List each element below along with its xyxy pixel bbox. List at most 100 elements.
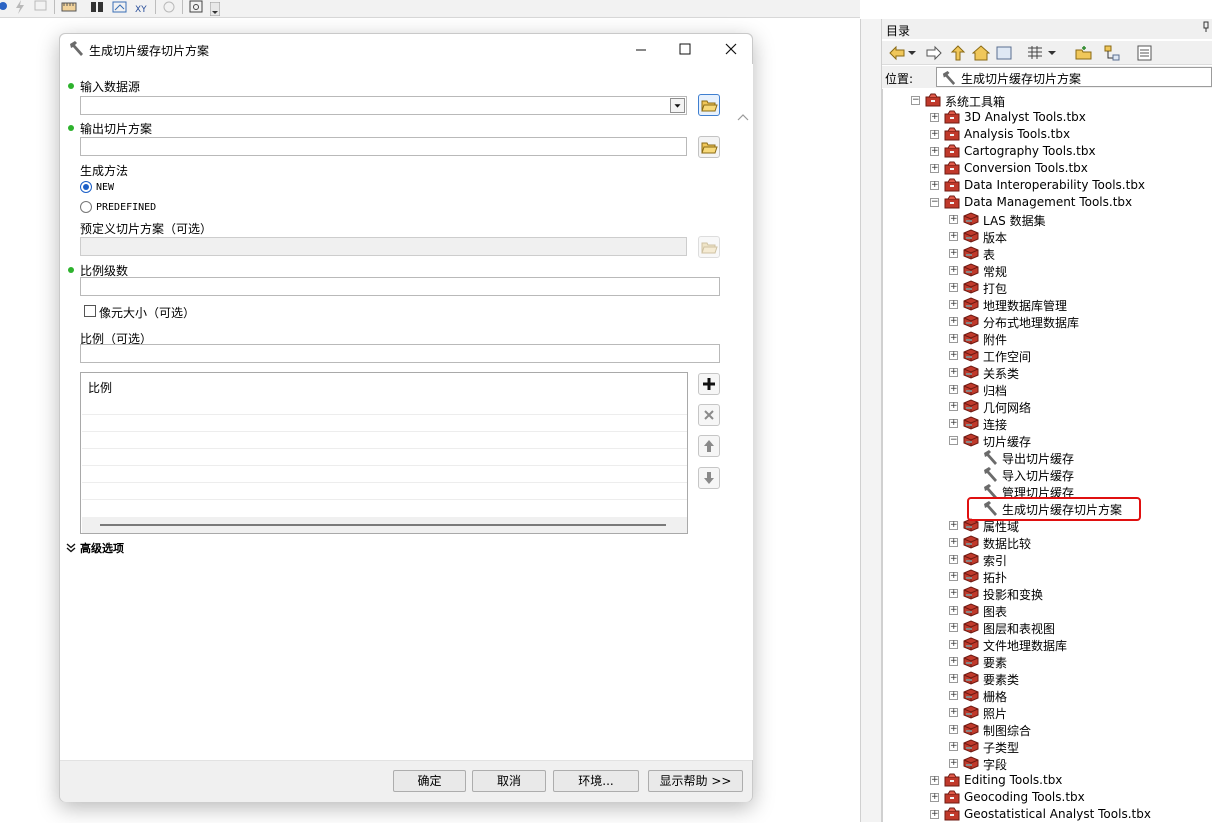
cancel-button[interactable]: 取消 bbox=[472, 770, 546, 792]
tree-toolbox-item[interactable]: + Geostatistical Analyst Tools.tbx bbox=[930, 806, 1212, 823]
expand-icon[interactable]: + bbox=[949, 657, 958, 666]
delete-row-button[interactable] bbox=[698, 404, 720, 426]
expand-icon[interactable]: + bbox=[949, 385, 958, 394]
expand-icon[interactable]: + bbox=[949, 640, 958, 649]
chevron-down-icon[interactable] bbox=[670, 98, 685, 113]
expand-icon[interactable]: + bbox=[949, 589, 958, 598]
home-icon[interactable] bbox=[972, 44, 990, 62]
tree-toolset-item[interactable]: + 图表 bbox=[949, 602, 1212, 619]
expand-icon[interactable]: + bbox=[930, 810, 939, 819]
expand-icon[interactable]: + bbox=[949, 691, 958, 700]
tree-toolset-item[interactable]: + 子类型 bbox=[949, 738, 1212, 755]
forward-icon[interactable] bbox=[925, 44, 943, 62]
measure-icon[interactable] bbox=[61, 0, 77, 14]
tree-toolset-item[interactable]: + 图层和表视图 bbox=[949, 619, 1212, 636]
details-icon[interactable] bbox=[1136, 44, 1154, 62]
refresh-icon[interactable] bbox=[995, 44, 1013, 62]
tree-tool-item[interactable]: 导入切片缓存 bbox=[968, 466, 1212, 483]
collapse-icon[interactable]: − bbox=[930, 198, 939, 207]
minimize-icon[interactable] bbox=[631, 39, 651, 59]
dialog-vertical-scrollbar[interactable] bbox=[733, 64, 753, 768]
expand-icon[interactable]: + bbox=[930, 147, 939, 156]
tree-toolset-item[interactable]: + 拓扑 bbox=[949, 568, 1212, 585]
tree-folder-item[interactable]: − 系统工具箱 bbox=[911, 92, 1212, 109]
expand-icon[interactable]: + bbox=[949, 555, 958, 564]
tree-toolbox-item[interactable]: + Cartography Tools.tbx bbox=[930, 143, 1212, 160]
tree-toolset-item[interactable]: + 打包 bbox=[949, 279, 1212, 296]
up-one-level-icon[interactable] bbox=[949, 44, 967, 62]
browse-output-button[interactable] bbox=[698, 136, 720, 158]
expand-icon[interactable]: + bbox=[949, 283, 958, 292]
tree-toolset-item[interactable]: − 切片缓存 bbox=[949, 432, 1212, 449]
tree-toolbox-item[interactable]: + Analysis Tools.tbx bbox=[930, 126, 1212, 143]
html-popup-icon[interactable] bbox=[33, 0, 49, 14]
toolbar-overflow-icon[interactable] bbox=[210, 2, 220, 16]
tree-toolset-item[interactable]: + 字段 bbox=[949, 755, 1212, 772]
expand-icon[interactable]: + bbox=[949, 572, 958, 581]
expand-icon[interactable]: + bbox=[949, 249, 958, 258]
tree-toolset-item[interactable]: + 分布式地理数据库 bbox=[949, 313, 1212, 330]
tree-toolset-item[interactable]: + LAS 数据集 bbox=[949, 211, 1212, 228]
tree-toolset-item[interactable]: + 关系类 bbox=[949, 364, 1212, 381]
tree-options-icon[interactable] bbox=[1103, 44, 1121, 62]
scale-levels-input[interactable] bbox=[80, 277, 720, 296]
dialog-titlebar[interactable]: 生成切片缓存切片方案 bbox=[60, 34, 752, 64]
tree-toolset-item[interactable]: + 栅格 bbox=[949, 687, 1212, 704]
scale-table[interactable]: 比例 bbox=[80, 372, 688, 534]
method-predefined-radio[interactable] bbox=[80, 201, 92, 213]
expand-icon[interactable]: + bbox=[949, 674, 958, 683]
expand-icon[interactable]: + bbox=[949, 538, 958, 547]
find-route-icon[interactable] bbox=[112, 0, 128, 14]
scrollbar-thumb[interactable] bbox=[100, 524, 666, 526]
go-to-xy-icon[interactable]: XY bbox=[134, 0, 150, 14]
expand-icon[interactable]: + bbox=[949, 521, 958, 530]
collapse-icon[interactable]: − bbox=[949, 436, 958, 445]
tree-toolset-item[interactable]: + 附件 bbox=[949, 330, 1212, 347]
tree-toolbox-item[interactable]: +3D Analyst Tools.tbx bbox=[930, 109, 1212, 126]
expand-icon[interactable]: + bbox=[949, 402, 958, 411]
expand-icon[interactable]: + bbox=[949, 725, 958, 734]
table-horizontal-scrollbar[interactable] bbox=[82, 517, 687, 533]
tree-toolset-item[interactable]: + 工作空间 bbox=[949, 347, 1212, 364]
tree-toolset-item[interactable]: + 连接 bbox=[949, 415, 1212, 432]
catalog-tree[interactable]: − 系统工具箱 +3D Analyst Tools.tbx + Analysis Too… bbox=[882, 89, 1212, 822]
move-up-button[interactable] bbox=[698, 435, 720, 457]
expand-icon[interactable]: + bbox=[949, 266, 958, 275]
tree-toolset-item[interactable]: + 要素 bbox=[949, 653, 1212, 670]
ok-button[interactable]: 确定 bbox=[393, 770, 466, 792]
expand-icon[interactable]: + bbox=[949, 759, 958, 768]
expand-icon[interactable]: + bbox=[949, 742, 958, 751]
pixel-size-checkbox[interactable] bbox=[84, 305, 96, 317]
tree-tool-item[interactable]: 导出切片缓存 bbox=[968, 449, 1212, 466]
expand-icon[interactable]: + bbox=[930, 164, 939, 173]
tree-toolset-item[interactable]: + 索引 bbox=[949, 551, 1212, 568]
expand-icon[interactable]: + bbox=[949, 351, 958, 360]
tree-toolset-item[interactable]: + 几何网络 bbox=[949, 398, 1212, 415]
advanced-options-toggle[interactable]: 高级选项 bbox=[66, 540, 186, 556]
pin-icon[interactable] bbox=[1202, 21, 1210, 33]
tree-toolset-item[interactable]: + 地理数据库管理 bbox=[949, 296, 1212, 313]
expand-icon[interactable]: + bbox=[949, 368, 958, 377]
expand-icon[interactable]: + bbox=[949, 300, 958, 309]
expand-icon[interactable]: + bbox=[949, 215, 958, 224]
location-input[interactable]: 生成切片缓存切片方案 bbox=[936, 67, 1212, 87]
tree-toolset-item[interactable]: + 版本 bbox=[949, 228, 1212, 245]
environments-button[interactable]: 环境... bbox=[553, 770, 639, 792]
browse-input-button[interactable] bbox=[698, 94, 720, 116]
tree-toolset-item[interactable]: + 表 bbox=[949, 245, 1212, 262]
method-new-radio[interactable] bbox=[80, 181, 92, 193]
expand-icon[interactable]: + bbox=[930, 130, 939, 139]
tree-toolbox-item[interactable]: + Data Interoperability Tools.tbx bbox=[930, 177, 1212, 194]
show-help-button[interactable]: 显示帮助 >> bbox=[648, 770, 743, 792]
tree-toolset-item[interactable]: + 照片 bbox=[949, 704, 1212, 721]
tree-toolset-item[interactable]: + 归档 bbox=[949, 381, 1212, 398]
output-scheme-input[interactable] bbox=[80, 137, 687, 156]
find-icon[interactable] bbox=[89, 0, 105, 14]
tree-toolset-item[interactable]: + 投影和变换 bbox=[949, 585, 1212, 602]
tree-toolbox-item[interactable]: − Data Management Tools.tbx bbox=[930, 194, 1212, 211]
chevron-down-icon[interactable] bbox=[1047, 44, 1057, 62]
expand-icon[interactable]: + bbox=[949, 708, 958, 717]
maximize-icon[interactable] bbox=[675, 39, 695, 59]
expand-icon[interactable]: + bbox=[949, 419, 958, 428]
tree-toolbox-item[interactable]: + Conversion Tools.tbx bbox=[930, 160, 1212, 177]
